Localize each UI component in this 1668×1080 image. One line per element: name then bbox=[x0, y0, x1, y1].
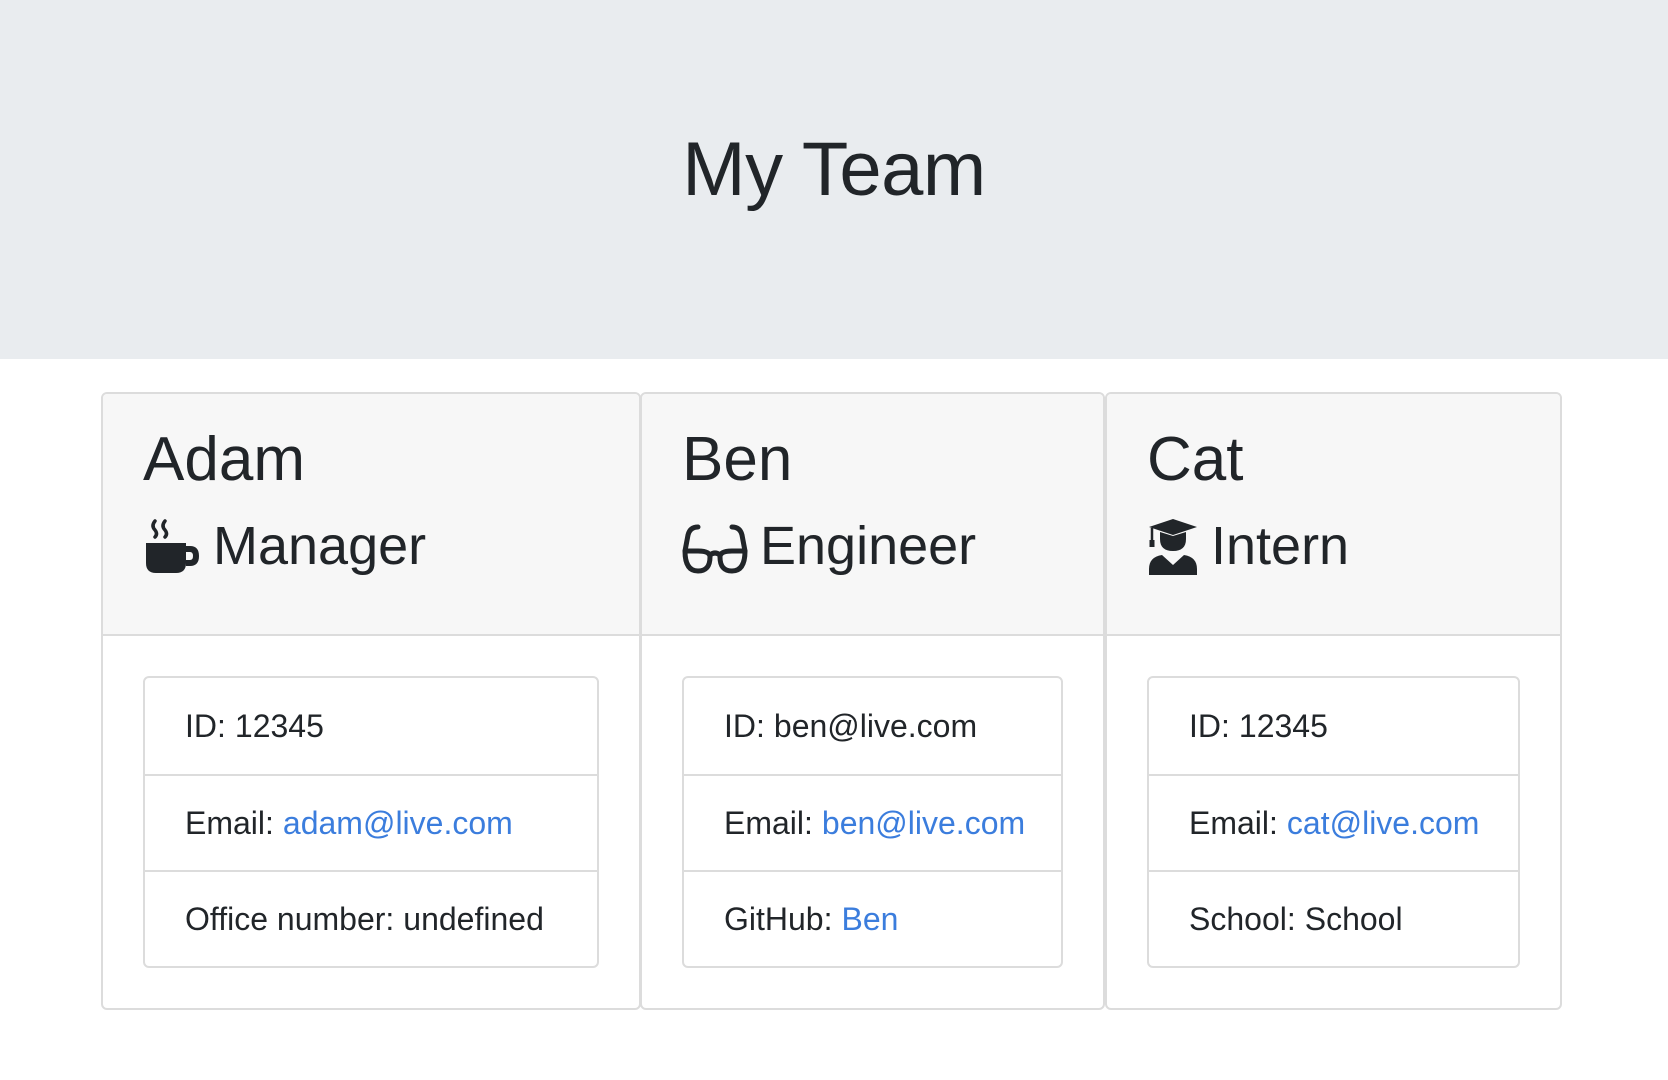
graduate-icon bbox=[1147, 517, 1199, 575]
list-item-office-number: Office number: undefined bbox=[145, 870, 597, 966]
info-list: ID: 12345 Email: cat@live.com School: Sc… bbox=[1147, 676, 1520, 968]
page-header: My Team bbox=[0, 0, 1668, 359]
glasses-icon bbox=[682, 517, 748, 575]
employee-role: Manager bbox=[143, 514, 639, 578]
email-label: Email: bbox=[724, 804, 813, 841]
office-number-label: Office number: bbox=[185, 900, 395, 937]
github-label: GitHub: bbox=[724, 900, 833, 937]
card-body: ID: 12345 Email: adam@live.com Office nu… bbox=[103, 636, 639, 968]
employee-name: Cat bbox=[1147, 425, 1244, 494]
id-value: ben@live.com bbox=[773, 707, 978, 744]
email-label: Email: bbox=[1189, 804, 1278, 841]
role-label: Manager bbox=[213, 516, 427, 576]
employee-role: Engineer bbox=[682, 514, 1103, 578]
list-item-github: GitHub: Ben bbox=[684, 870, 1061, 966]
id-label: ID: bbox=[185, 707, 226, 744]
employee-name: Adam bbox=[143, 425, 305, 494]
school-label: School: bbox=[1189, 900, 1296, 937]
list-item-id: ID: ben@live.com bbox=[684, 678, 1061, 774]
email-link[interactable]: ben@live.com bbox=[822, 805, 1025, 842]
school-value: School bbox=[1304, 900, 1403, 937]
card-header: Cat Intern bbox=[1107, 394, 1560, 636]
card-header: Ben Engineer bbox=[642, 394, 1103, 636]
info-list: ID: ben@live.com Email: ben@live.com Git… bbox=[682, 676, 1063, 968]
card-body: ID: ben@live.com Email: ben@live.com Git… bbox=[642, 636, 1103, 968]
employee-card-manager: Adam Manager ID: 12345 Email: adam@live.… bbox=[101, 392, 641, 1010]
role-label: Engineer bbox=[760, 516, 977, 576]
list-item-id: ID: 12345 bbox=[1149, 678, 1518, 774]
email-link[interactable]: cat@live.com bbox=[1287, 805, 1480, 842]
id-label: ID: bbox=[724, 707, 765, 744]
id-value: 12345 bbox=[234, 707, 324, 744]
list-item-email: Email: cat@live.com bbox=[1149, 774, 1518, 870]
role-label: Intern bbox=[1211, 516, 1350, 576]
info-list: ID: 12345 Email: adam@live.com Office nu… bbox=[143, 676, 599, 968]
id-value: 12345 bbox=[1238, 707, 1328, 744]
list-item-school: School: School bbox=[1149, 870, 1518, 966]
team-cards: Adam Manager ID: 12345 Email: adam@live.… bbox=[0, 392, 1668, 1012]
email-label: Email: bbox=[185, 804, 274, 841]
github-link[interactable]: Ben bbox=[841, 901, 898, 938]
list-item-id: ID: 12345 bbox=[145, 678, 597, 774]
card-header: Adam Manager bbox=[103, 394, 639, 636]
employee-role: Intern bbox=[1147, 514, 1560, 578]
employee-card-intern: Cat Intern ID: 12345 Email: cat@live.com… bbox=[1105, 392, 1562, 1010]
employee-card-engineer: Ben Engineer ID: ben@live.com Email: ben… bbox=[640, 392, 1105, 1010]
list-item-email: Email: ben@live.com bbox=[684, 774, 1061, 870]
card-body: ID: 12345 Email: cat@live.com School: Sc… bbox=[1107, 636, 1560, 968]
id-label: ID: bbox=[1189, 707, 1230, 744]
mug-hot-icon bbox=[143, 517, 201, 575]
email-link[interactable]: adam@live.com bbox=[283, 805, 513, 842]
office-number-value: undefined bbox=[403, 900, 544, 937]
list-item-email: Email: adam@live.com bbox=[145, 774, 597, 870]
employee-name: Ben bbox=[682, 425, 793, 494]
page-title: My Team bbox=[682, 127, 986, 212]
